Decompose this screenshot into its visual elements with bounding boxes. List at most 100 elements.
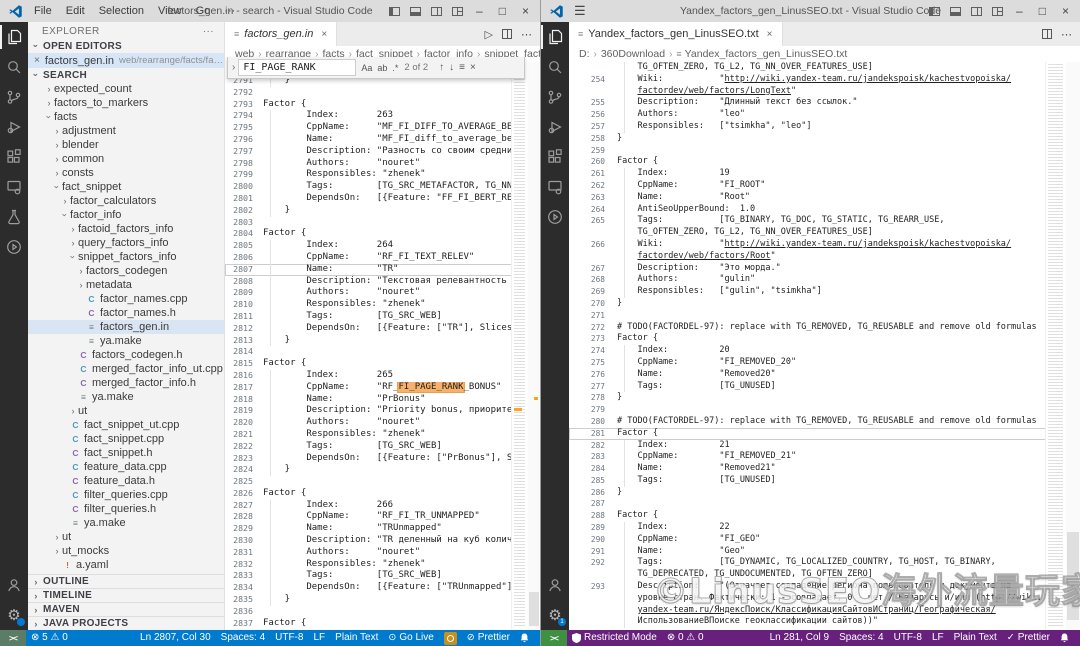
tree-file-fact_snippet.cpp[interactable]: Cfact_snippet.cpp: [28, 432, 224, 446]
tree-folder-common[interactable]: ›common: [28, 152, 224, 166]
menu-item[interactable]: Edit: [59, 0, 92, 22]
status-item[interactable]: Spaces: 4: [216, 630, 270, 646]
status-item[interactable]: Ln 2807, Col 30: [135, 630, 216, 646]
status-item[interactable]: Ln 281, Col 9: [765, 630, 835, 646]
run-debug-icon[interactable]: [0, 112, 28, 142]
notifications-bell-icon[interactable]: [515, 633, 534, 643]
tree-file-factor_names.h[interactable]: Cfactor_names.h: [28, 306, 224, 320]
remote-indicator[interactable]: ><: [0, 630, 26, 646]
extension-chip-icon[interactable]: [439, 632, 462, 645]
status-item[interactable]: LF: [309, 630, 331, 646]
tree-folder-ut[interactable]: ›ut: [28, 530, 224, 544]
tree-file-factors_gen.in[interactable]: ≡factors_gen.in: [28, 320, 224, 334]
find-input[interactable]: FI_PAGE_RANK: [238, 59, 356, 76]
tree-folder-factoid_factors_info[interactable]: ›factoid_factors_info: [28, 222, 224, 236]
tree-folder-ut_mocks[interactable]: ›ut_mocks: [28, 544, 224, 558]
tree-folder-snippet_factors_info[interactable]: ›snippet_factors_info: [28, 250, 224, 264]
editor-more-actions-icon[interactable]: ⋯: [1061, 28, 1072, 41]
explorer-icon[interactable]: [541, 22, 569, 52]
explorer-icon[interactable]: [0, 22, 28, 52]
match-case-icon[interactable]: Aa: [361, 63, 372, 73]
search-icon[interactable]: [541, 52, 569, 82]
minimap[interactable]: [511, 62, 528, 630]
editor-more-actions-icon[interactable]: ⋯: [521, 28, 532, 41]
close-find-icon[interactable]: ×: [470, 62, 476, 73]
search-icon[interactable]: [0, 52, 28, 82]
tree-file-ya.make[interactable]: ≡ya.make: [28, 334, 224, 348]
toggle-replace-icon[interactable]: ›: [232, 62, 235, 73]
account-icon[interactable]: [541, 570, 569, 600]
sidebar-section-outline[interactable]: ›OUTLINE: [28, 574, 224, 588]
menu-hamburger-icon[interactable]: ☰: [568, 3, 592, 19]
minimize-button[interactable]: –: [473, 0, 486, 22]
find-in-selection-icon[interactable]: ≡: [459, 62, 465, 73]
customize-layout-icon[interactable]: [992, 7, 1003, 16]
minimap[interactable]: [1045, 62, 1066, 630]
run-debug-icon[interactable]: [541, 112, 569, 142]
tab-yandex-factors[interactable]: ≡ Yandex_factors_gen_LinusSEO.txt ×: [569, 22, 783, 46]
tree-folder-facts[interactable]: ›facts: [28, 110, 224, 124]
breadcrumb-item[interactable]: Yandex_factors_gen_LinusSEO.txt: [685, 48, 848, 60]
tree-file-fact_snippet_ut.cpp[interactable]: Cfact_snippet_ut.cpp: [28, 418, 224, 432]
open-editors-header[interactable]: ›OPEN EDITORS: [28, 39, 224, 53]
sidebar-section-maven[interactable]: ›MAVEN: [28, 602, 224, 616]
source-control-icon[interactable]: [0, 82, 28, 112]
testing-icon[interactable]: [0, 202, 28, 232]
tree-file-merged_factor_info.h[interactable]: Cmerged_factor_info.h: [28, 376, 224, 390]
close-button[interactable]: ×: [519, 0, 532, 22]
remote-explorer-icon[interactable]: [541, 172, 569, 202]
status-item[interactable]: Spaces: 4: [834, 630, 888, 646]
toggle-sidebar-icon[interactable]: [929, 7, 940, 16]
status-item[interactable]: Plain Text: [949, 630, 1002, 646]
settings-gear-icon[interactable]: ⚙: [0, 600, 28, 630]
close-editor-icon[interactable]: ×: [34, 55, 40, 66]
tree-folder-adjustment[interactable]: ›adjustment: [28, 124, 224, 138]
tab-close-icon[interactable]: ×: [321, 29, 327, 40]
tree-file-ya.make[interactable]: ≡ya.make: [28, 390, 224, 404]
tree-folder-query_factors_info[interactable]: ›query_factors_info: [28, 236, 224, 250]
restricted-mode-indicator[interactable]: Restricted Mode: [567, 630, 662, 646]
remote-explorer-icon[interactable]: [0, 172, 28, 202]
status-item[interactable]: UTF-8: [889, 630, 927, 646]
notifications-bell-icon[interactable]: [1055, 633, 1074, 643]
tree-folder-factors_to_markers[interactable]: ›factors_to_markers: [28, 96, 224, 110]
account-icon[interactable]: [0, 570, 28, 600]
maximize-button[interactable]: □: [1036, 0, 1049, 22]
tree-file-factors_codegen.h[interactable]: Cfactors_codegen.h: [28, 348, 224, 362]
tree-file-factor_names.cpp[interactable]: Cfactor_names.cpp: [28, 292, 224, 306]
split-editor-icon[interactable]: [502, 29, 512, 39]
tree-file-feature_data.cpp[interactable]: Cfeature_data.cpp: [28, 460, 224, 474]
tree-folder-factor_info[interactable]: ›factor_info: [28, 208, 224, 222]
minimize-button[interactable]: –: [1013, 0, 1026, 22]
tree-file-filter_queries.h[interactable]: Cfilter_queries.h: [28, 502, 224, 516]
tree-folder-fact_snippet[interactable]: ›fact_snippet: [28, 180, 224, 194]
find-next-icon[interactable]: ↓: [449, 62, 454, 73]
breadcrumb-item[interactable]: 360Download: [601, 48, 665, 60]
regex-icon[interactable]: .*: [392, 63, 398, 73]
open-editor-item[interactable]: × factors_gen.in web/rearrange/facts/fac…: [28, 53, 224, 68]
folder-section-header[interactable]: ›SEARCH: [28, 68, 224, 82]
menu-item[interactable]: Selection: [92, 0, 151, 22]
whole-word-icon[interactable]: ab: [377, 63, 387, 73]
code-editor[interactable]: TG_OFTEN_ZERO, TG_L2, TG_NN_OVER_FEATURE…: [569, 62, 1046, 630]
tree-file-feature_data.h[interactable]: Cfeature_data.h: [28, 474, 224, 488]
status-item[interactable]: ✓Prettier: [1002, 630, 1055, 646]
tree-file-merged_factor_info_ut.cpp[interactable]: Cmerged_factor_info_ut.cpp: [28, 362, 224, 376]
extensions-icon[interactable]: [541, 142, 569, 172]
source-control-icon[interactable]: [541, 82, 569, 112]
status-item[interactable]: UTF-8: [270, 630, 308, 646]
getting-started-icon[interactable]: [541, 202, 569, 232]
status-item[interactable]: ⊘Prettier: [462, 630, 515, 646]
scrollbar[interactable]: [528, 62, 540, 630]
toggle-panel-icon[interactable]: [410, 7, 421, 16]
tree-folder-blender[interactable]: ›blender: [28, 138, 224, 152]
run-file-icon[interactable]: ▷: [485, 28, 493, 41]
split-editor-icon[interactable]: [1042, 29, 1052, 39]
status-item[interactable]: LF: [927, 630, 949, 646]
explorer-actions-icon[interactable]: ···: [203, 26, 214, 37]
tree-file-a.yaml[interactable]: !a.yaml: [28, 558, 224, 572]
settings-gear-icon[interactable]: ⚙1: [541, 600, 569, 630]
find-previous-icon[interactable]: ↑: [439, 62, 444, 73]
tab-close-icon[interactable]: ×: [767, 29, 773, 40]
remote-indicator[interactable]: ><: [541, 630, 567, 646]
